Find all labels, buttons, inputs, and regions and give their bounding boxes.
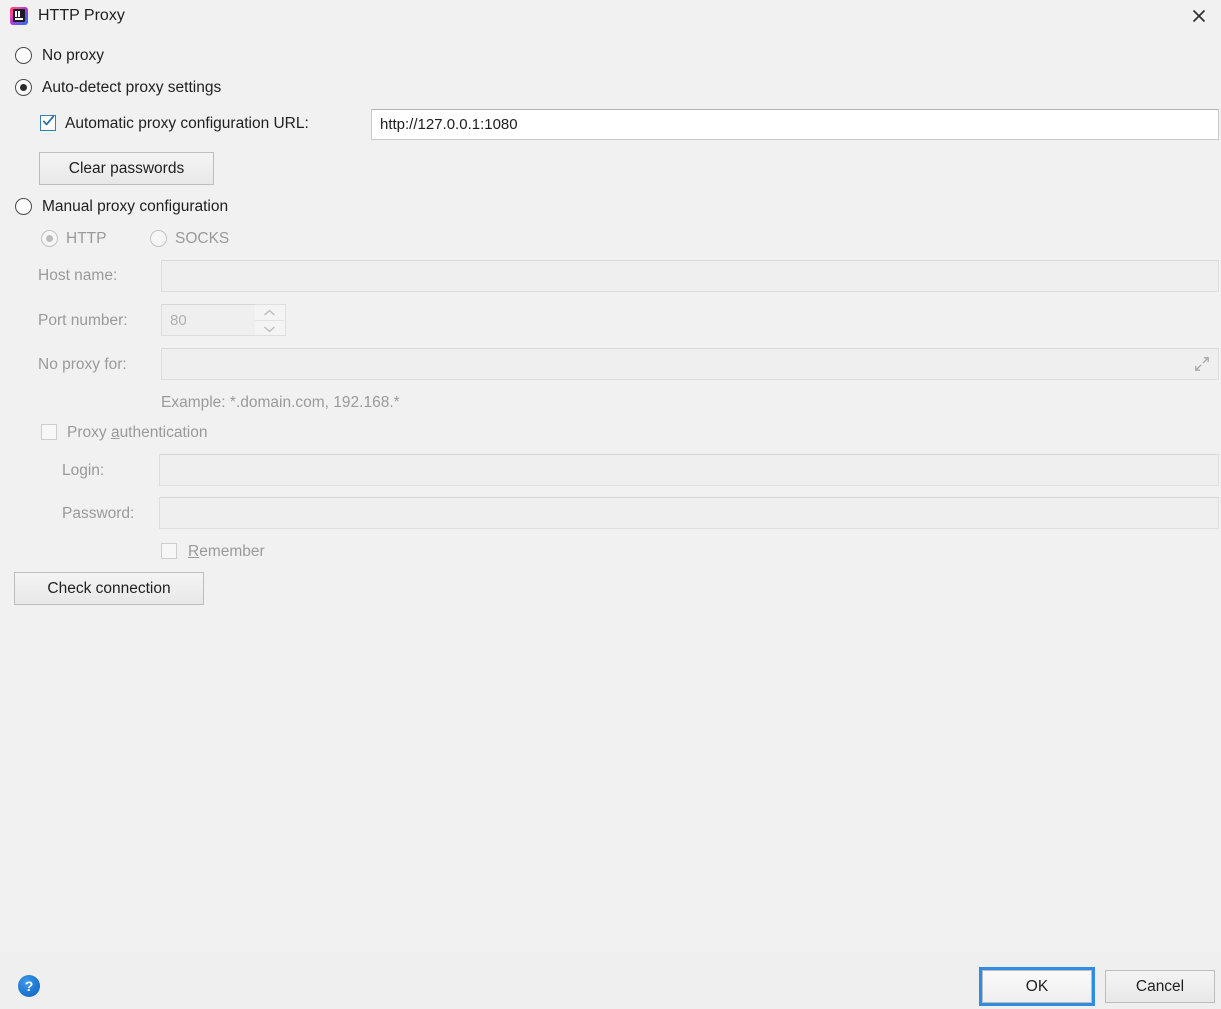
check-connection-label: Check connection [47, 579, 171, 597]
checkbox-proxy-authentication-indicator [41, 424, 57, 440]
clear-passwords-label: Clear passwords [68, 159, 185, 177]
radio-no-proxy-indicator [15, 47, 32, 64]
checkbox-pac-url-label: Automatic proxy configuration URL: [65, 115, 309, 132]
spinner-up-icon[interactable] [255, 305, 284, 321]
port-number-label: Port number: [38, 312, 128, 329]
port-number-spinner[interactable] [255, 304, 286, 336]
window-title: HTTP Proxy [38, 7, 125, 24]
checkbox-remember-indicator [161, 543, 177, 559]
checkbox-proxy-authentication-label: Proxy authentication [67, 424, 208, 441]
radio-protocol-http-label: HTTP [66, 230, 107, 247]
login-label: Login: [62, 462, 105, 479]
close-icon[interactable] [1176, 0, 1221, 31]
password-input[interactable] [159, 497, 1219, 529]
radio-auto-detect-proxy-indicator [15, 79, 32, 96]
radio-protocol-socks-indicator [150, 230, 167, 247]
login-input[interactable] [159, 454, 1219, 486]
radio-manual-proxy-label: Manual proxy configuration [42, 198, 229, 215]
no-proxy-for-label: No proxy for: [38, 356, 127, 373]
checkbox-remember-label: Remember [188, 543, 265, 560]
radio-auto-detect-proxy-label: Auto-detect proxy settings [42, 79, 222, 96]
port-number-value: 80 [170, 311, 187, 329]
intellij-idea-logo-icon [10, 7, 28, 25]
radio-protocol-http-indicator [41, 230, 58, 247]
pac-url-input[interactable]: http://127.0.0.1:1080 [371, 109, 1219, 140]
cancel-button-label: Cancel [1135, 977, 1185, 995]
help-icon-glyph: ? [24, 978, 34, 994]
radio-no-proxy-label: No proxy [42, 47, 105, 64]
clear-passwords-button[interactable]: Clear passwords [39, 152, 214, 185]
port-number-input[interactable]: 80 [161, 304, 256, 336]
check-connection-button[interactable]: Check connection [14, 572, 204, 605]
expand-arrows-icon[interactable] [1194, 356, 1210, 372]
no-proxy-for-example-text: Example: *.domain.com, 192.168.* [161, 394, 400, 411]
radio-manual-proxy-indicator [15, 198, 32, 215]
cancel-button[interactable]: Cancel [1105, 970, 1215, 1003]
pac-url-value: http://127.0.0.1:1080 [380, 116, 518, 133]
help-icon[interactable]: ? [18, 975, 40, 997]
host-name-label: Host name: [38, 267, 118, 284]
no-proxy-for-input[interactable] [161, 348, 1219, 380]
ok-button-label: OK [1025, 977, 1049, 995]
ok-button[interactable]: OK [979, 967, 1095, 1006]
title-bar: HTTP Proxy [0, 0, 1221, 33]
radio-protocol-socks-label: SOCKS [175, 230, 230, 247]
checkbox-pac-url-indicator [40, 115, 56, 131]
spinner-down-icon[interactable] [255, 321, 284, 336]
host-name-input[interactable] [161, 260, 1219, 292]
password-label: Password: [62, 505, 135, 522]
